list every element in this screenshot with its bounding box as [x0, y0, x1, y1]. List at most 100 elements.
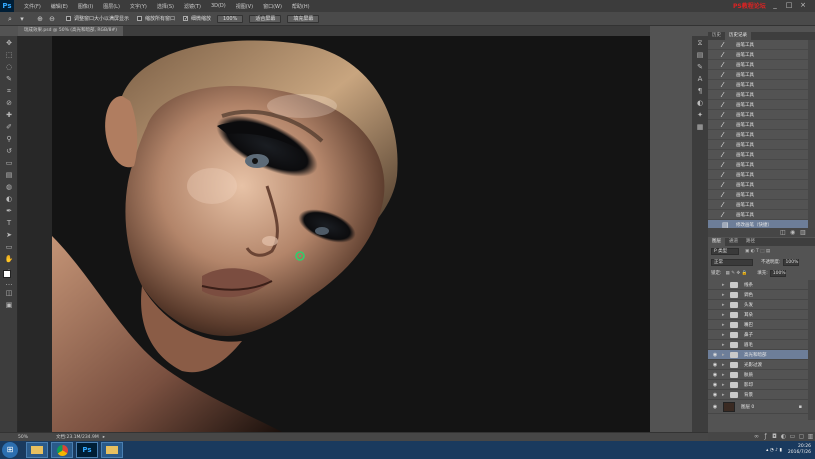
character-panel-icon[interactable]: A: [695, 74, 705, 84]
fill-input[interactable]: 100%: [769, 269, 786, 277]
lasso-tool-icon[interactable]: ◌: [3, 62, 15, 72]
styles-panel-icon[interactable]: ✦: [695, 110, 705, 120]
fx-icon[interactable]: ƒ: [761, 433, 770, 440]
crop-tool-icon[interactable]: ⌗: [3, 86, 15, 96]
new-layer-icon[interactable]: ▢: [797, 433, 806, 440]
clock[interactable]: 20:26 2016/7/26: [788, 444, 811, 456]
history-item[interactable]: ⁄ 画笔工具: [708, 160, 808, 170]
history-item[interactable]: ⁄ 画笔工具: [708, 210, 808, 220]
menu-type[interactable]: 文字(Y): [130, 3, 147, 10]
layer-group[interactable]: ▸ 头发: [708, 300, 808, 310]
expand-arrow-icon[interactable]: ▸: [722, 332, 728, 338]
link-layers-icon[interactable]: ∞: [752, 433, 761, 440]
layer-group[interactable]: ▸ 耳朵: [708, 310, 808, 320]
adjustments-panel-icon[interactable]: ◐: [695, 98, 705, 108]
tool-preset-dropdown-icon[interactable]: ▾: [16, 14, 28, 24]
expand-arrow-icon[interactable]: ▸: [722, 282, 728, 288]
photoshop-taskbar-icon[interactable]: Ps: [76, 442, 98, 458]
expand-arrow-icon[interactable]: ▸: [722, 342, 728, 348]
snapshot-icon[interactable]: ◫: [780, 229, 786, 236]
opacity-input[interactable]: 100%: [782, 258, 799, 266]
zoom-level[interactable]: 50%: [18, 435, 28, 440]
history-item[interactable]: ⁄ 画笔工具: [708, 180, 808, 190]
explorer-app-icon[interactable]: [101, 442, 123, 458]
path-select-icon[interactable]: ➤: [3, 230, 15, 240]
expand-arrow-icon[interactable]: ▸: [722, 312, 728, 318]
menu-view[interactable]: 视图(V): [236, 3, 253, 10]
expand-arrow-icon[interactable]: ▸: [722, 322, 728, 328]
brush-panel-icon[interactable]: ✎: [695, 62, 705, 72]
history-item[interactable]: ⁄ 画笔工具: [708, 70, 808, 80]
tab-history[interactable]: 历史记录: [725, 32, 751, 40]
menu-filter[interactable]: 滤镜(T): [184, 3, 201, 10]
history-item[interactable]: ⁄ 画笔工具: [708, 200, 808, 210]
mask-icon[interactable]: ◘: [770, 433, 779, 440]
fit-screen-button[interactable]: 适合屏幕: [249, 14, 282, 23]
tray-icons[interactable]: ▴ ◔ ♪ ▮: [766, 448, 782, 453]
history-item[interactable]: ⁄ 画笔工具: [708, 60, 808, 70]
history-item[interactable]: ⁄ 画笔工具: [708, 50, 808, 60]
menu-3d[interactable]: 3D(D): [211, 3, 226, 9]
expand-arrow-icon[interactable]: ▸: [722, 352, 728, 358]
quick-select-tool-icon[interactable]: ✎: [3, 74, 15, 84]
chevron-right-icon[interactable]: ▸: [103, 435, 105, 440]
history-item[interactable]: ⁄ 画笔工具: [708, 80, 808, 90]
type-tool-icon[interactable]: T: [3, 218, 15, 228]
zoom-tool-icon[interactable]: ⌕: [4, 14, 16, 24]
history-item[interactable]: ⁄ 画笔工具: [708, 170, 808, 180]
adjustment-layer-icon[interactable]: ◐: [779, 433, 788, 440]
eye-icon[interactable]: ◉: [711, 362, 719, 368]
minimize-button[interactable]: _: [770, 1, 780, 9]
move-tool-icon[interactable]: ✥: [3, 38, 15, 48]
pen-tool-icon[interactable]: ✒: [3, 206, 15, 216]
layer-group[interactable]: ◉ ▸ 背景: [708, 390, 808, 400]
folder-app-icon[interactable]: [26, 442, 48, 458]
expand-arrow-icon[interactable]: ▸: [722, 382, 728, 388]
eye-icon[interactable]: ◉: [711, 382, 719, 388]
expand-arrow-icon[interactable]: ▸: [722, 302, 728, 308]
properties-panel-icon[interactable]: ▤: [695, 50, 705, 60]
maximize-button[interactable]: □: [784, 1, 794, 9]
zoom-in-icon[interactable]: ⊕: [34, 14, 46, 24]
trash-icon[interactable]: ▥: [806, 433, 815, 440]
layer-group[interactable]: ▸ 鼻子: [708, 330, 808, 340]
screen-mode-icon[interactable]: ▣: [3, 300, 15, 310]
document-tab[interactable]: 瑞成效果.psd @ 50% (高光和暗部, RGB/8#): [18, 26, 124, 36]
eye-icon[interactable]: ◉: [711, 392, 719, 398]
eyedropper-tool-icon[interactable]: ⊘: [3, 98, 15, 108]
history-item[interactable]: ⁄ 画笔工具: [708, 100, 808, 110]
layer-group[interactable]: ▸ 线条: [708, 280, 808, 290]
history-panel-icon[interactable]: ⧖: [695, 38, 705, 48]
history-item[interactable]: ⁄ 画笔工具: [708, 90, 808, 100]
clone-stamp-icon[interactable]: ⚲: [3, 134, 15, 144]
expand-arrow-icon[interactable]: ▸: [722, 372, 728, 378]
eraser-tool-icon[interactable]: ▭: [3, 158, 15, 168]
filter-icons[interactable]: ▣ ◐ T ⬚ ▤: [745, 249, 770, 254]
trash-icon[interactable]: ▥: [800, 229, 806, 236]
lock-icons[interactable]: ▦ ✎ ✥ 🔒: [726, 271, 748, 276]
layer-background[interactable]: ◉ 图层 0 ▪: [708, 400, 808, 414]
quick-mask-icon[interactable]: ◫: [3, 288, 15, 298]
eye-icon[interactable]: ◉: [711, 372, 719, 378]
paragraph-panel-icon[interactable]: ¶: [695, 86, 705, 96]
scrubby-zoom-checkbox[interactable]: ✓ 细微缩放: [183, 15, 211, 22]
resize-windows-checkbox[interactable]: 调整窗口大小以满屏显示: [66, 15, 129, 22]
menu-select[interactable]: 选择(S): [157, 3, 174, 10]
fill-screen-button[interactable]: 填充屏幕: [287, 14, 320, 23]
history-item[interactable]: ⁄ 画笔工具: [708, 150, 808, 160]
history-item[interactable]: ⁄ 画笔工具: [708, 130, 808, 140]
tab-channels[interactable]: 通道: [725, 238, 742, 246]
hand-tool-icon[interactable]: ✋: [3, 254, 15, 264]
brush-tool-icon[interactable]: ✐: [3, 122, 15, 132]
camera-icon[interactable]: ◉: [790, 229, 795, 236]
layer-group[interactable]: ◉ ▸ 光影过渡: [708, 360, 808, 370]
menu-window[interactable]: 窗口(W): [263, 3, 282, 10]
layer-group[interactable]: ▸ 眉毛: [708, 340, 808, 350]
layer-group[interactable]: ◉ ▸ 肤质: [708, 370, 808, 380]
more-tools-icon[interactable]: …: [3, 278, 15, 288]
menu-edit[interactable]: 编辑(E): [51, 3, 68, 10]
history-item[interactable]: ⁄ 画笔工具: [708, 40, 808, 50]
layer-group-selected[interactable]: ◉ ▸ 高光和暗部: [708, 350, 808, 360]
history-item[interactable]: ⁄ 画笔工具: [708, 110, 808, 120]
eye-icon[interactable]: ◉: [711, 352, 719, 358]
